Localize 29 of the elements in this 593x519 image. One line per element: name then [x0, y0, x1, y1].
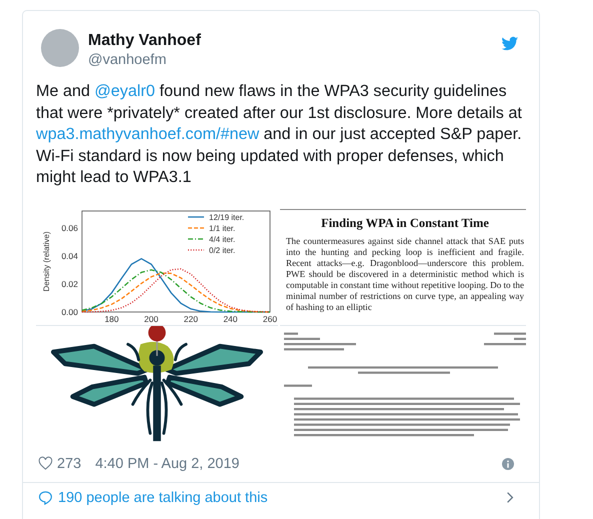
y-tick-label: 0.02 [61, 278, 78, 288]
y-tick-label: 0.04 [61, 250, 78, 260]
paper-paragraph: The countermeasures against side channel attack that SAE puts into the hunting and pecking loop is inefficient and fragile. Recent attacks—e.g. Dragonblood—underscore this problem. PWE should be discovered in a deterministic method which is computable in constant time without repetitive looping. Do to the minimal number of restrictions on curve type, an appealing way of hashing to an elliptic [286, 236, 524, 312]
url-link[interactable]: wpa3.mathyvanhoef.com/#new [36, 125, 260, 143]
legend-label: 1/1 iter. [209, 224, 236, 232]
tweet-text: Me and @eyalr0 found new flaws in the WPA3 security guidelines that were *privately* created after our 1st disclosure. More details at wpa3.mathyvanhoef.com/#new and in our just accepted S&P paper. Wi-Fi standard is now being updated with proper defenses, which might lead to WPA3.1 [36, 81, 523, 188]
x-tick-label: 200 [144, 314, 158, 322]
avatar[interactable] [41, 29, 79, 67]
legend-label: 4/4 iter. [209, 234, 236, 244]
x-tick-label: 180 [104, 314, 119, 322]
mention-link[interactable]: @eyalr0 [94, 82, 156, 100]
info-icon[interactable] [502, 458, 514, 470]
legend-label: 0/2 iter. [209, 246, 236, 254]
y-tick-label: 0.06 [61, 222, 78, 232]
x-tick-label: 240 [223, 314, 238, 322]
x-tick-label: 260 [262, 314, 278, 322]
y-axis-label: Density (relative) [42, 231, 51, 291]
conversation-link[interactable]: 190 people are talking about this [58, 490, 268, 506]
author-name[interactable]: Mathy Vanhoef [88, 31, 499, 51]
legend-label: 12/19 iter. [209, 212, 244, 222]
heart-icon[interactable] [38, 456, 53, 471]
x-tick-label: 220 [184, 314, 198, 322]
like-count[interactable]: 273 [57, 456, 82, 472]
y-tick-label: 0.00 [61, 306, 78, 316]
chevron-right-icon[interactable] [506, 491, 514, 504]
speech-bubble-icon[interactable] [38, 490, 53, 505]
paper-title: Finding WPA in Constant Time [320, 216, 490, 230]
tweet-timestamp[interactable]: 4:40 PM - Aug 2, 2019 [95, 456, 240, 472]
author-handle[interactable]: @vanhoefm [88, 51, 499, 69]
